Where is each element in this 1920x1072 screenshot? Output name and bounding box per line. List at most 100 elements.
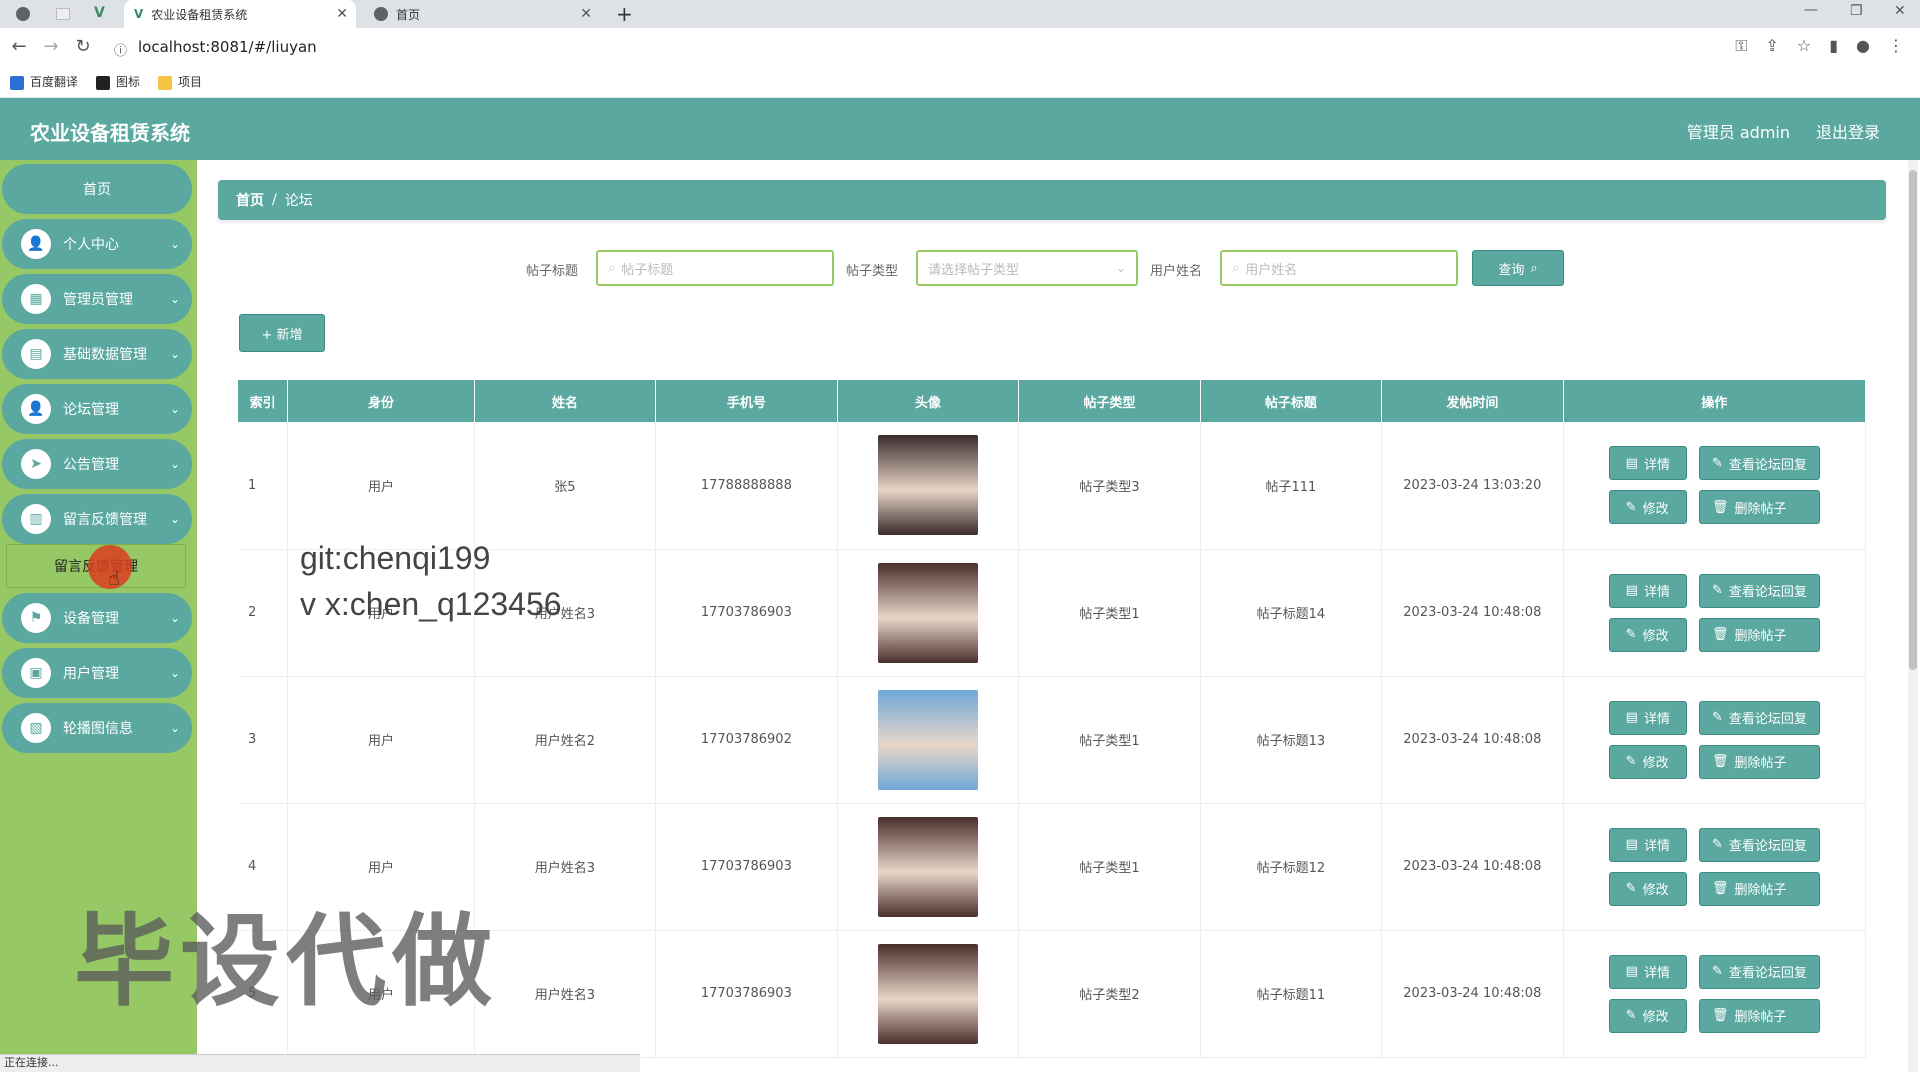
table-cell: 帖子标题13 bbox=[1200, 676, 1383, 804]
bookmark-icons[interactable]: 图标 bbox=[96, 73, 140, 90]
delete-button[interactable]: 🗑 删除帖子 bbox=[1698, 617, 1820, 652]
user-icon: 👤 bbox=[21, 394, 51, 424]
edit-button-label: 修改 bbox=[1642, 501, 1669, 517]
window-close-icon[interactable]: ✕ bbox=[1894, 3, 1906, 19]
avatar[interactable] bbox=[878, 816, 978, 917]
delete-button-label: 删除帖子 bbox=[1734, 501, 1787, 517]
sidebar-item-users[interactable]: ▣ 用户管理 ⌄ bbox=[2, 648, 192, 698]
chart-icon: ▤ bbox=[21, 339, 51, 369]
watermark-wx: v x:chen_q123456 bbox=[300, 586, 562, 622]
tab-icon-2[interactable] bbox=[56, 8, 70, 20]
star-icon[interactable]: ☆ bbox=[1797, 36, 1811, 56]
menu-icon[interactable]: ⋮ bbox=[1888, 36, 1904, 56]
view-reply-button[interactable]: ✎ 查看论坛回复 bbox=[1698, 827, 1820, 862]
type-select[interactable]: 请选择帖子类型 ⌄ bbox=[916, 250, 1138, 286]
view-reply-button[interactable]: ✎ 查看论坛回复 bbox=[1698, 446, 1820, 481]
logout-link[interactable]: 退出登录 bbox=[1816, 119, 1880, 143]
avatar[interactable] bbox=[878, 689, 978, 790]
minimize-icon[interactable]: — bbox=[1804, 2, 1818, 18]
close-icon[interactable]: ✕ bbox=[580, 6, 592, 22]
sidebar-item-carousel[interactable]: ▧ 轮播图信息 ⌄ bbox=[2, 703, 192, 753]
col-type: 帖子类型 bbox=[1018, 380, 1201, 422]
avatar-cell bbox=[837, 549, 1020, 677]
address-actions: ⚿ ⇪ ☆ ▮ ● ⋮ bbox=[1735, 36, 1904, 56]
sidebar-home-label: 首页 bbox=[83, 182, 111, 198]
trash-icon: 🗑 bbox=[1711, 627, 1729, 642]
breadcrumb-home[interactable]: 首页 bbox=[236, 190, 264, 210]
sidebar-item-feedback[interactable]: ▥ 留言反馈管理 ⌄ bbox=[2, 494, 192, 544]
sidebar-item-device[interactable]: ⚑ 设备管理 ⌄ bbox=[2, 593, 192, 643]
col-index: 索引 bbox=[238, 380, 289, 422]
edit-button[interactable]: ✎ 修改 bbox=[1608, 617, 1687, 652]
url-field[interactable]: localhost:8081/#/liuyan bbox=[138, 38, 317, 56]
table-cell: 帖子标题12 bbox=[1200, 803, 1383, 931]
folder-icon bbox=[158, 75, 173, 90]
query-button[interactable]: 查询 ⌕ bbox=[1472, 250, 1564, 286]
avatar[interactable] bbox=[878, 562, 978, 663]
avatar[interactable] bbox=[878, 435, 978, 536]
add-button[interactable]: + 新增 bbox=[239, 314, 325, 352]
close-icon[interactable]: ✕ bbox=[336, 6, 348, 22]
back-icon[interactable]: ← bbox=[4, 36, 34, 57]
table-cell: 17703786903 bbox=[655, 803, 838, 931]
chevron-down-icon: ⌄ bbox=[169, 457, 180, 471]
info-icon[interactable]: ⓘ bbox=[114, 40, 127, 59]
edit-button[interactable]: ✎ 修改 bbox=[1608, 490, 1687, 525]
name-search-input[interactable]: ⌕ 用户姓名 bbox=[1220, 250, 1458, 286]
avatar-cell bbox=[837, 422, 1020, 550]
detail-button[interactable]: ▤ 详情 bbox=[1608, 954, 1687, 989]
chevron-down-icon: ⌄ bbox=[169, 292, 180, 306]
sidebar-item-basedata[interactable]: ▤ 基础数据管理 ⌄ bbox=[2, 329, 192, 379]
new-tab-icon[interactable]: + bbox=[616, 2, 633, 26]
avatar-cell bbox=[837, 930, 1020, 1058]
vue-icon[interactable]: V bbox=[94, 5, 105, 21]
share-icon[interactable]: ⇪ bbox=[1765, 36, 1778, 56]
delete-button[interactable]: 🗑 删除帖子 bbox=[1698, 490, 1820, 525]
tab-inactive[interactable]: 首页 ✕ bbox=[368, 0, 600, 28]
delete-button[interactable]: 🗑 删除帖子 bbox=[1698, 871, 1820, 906]
edit-button[interactable]: ✎ 修改 bbox=[1608, 744, 1687, 779]
sidebar-item-home[interactable]: 首页 bbox=[2, 164, 192, 214]
sidebar-item-forum[interactable]: 👤 论坛管理 ⌄ bbox=[2, 384, 192, 434]
detail-button[interactable]: ▤ 详情 bbox=[1608, 446, 1687, 481]
tab-active-label: 农业设备租赁系统 bbox=[151, 7, 248, 22]
view-reply-button[interactable]: ✎ 查看论坛回复 bbox=[1698, 954, 1820, 989]
delete-button[interactable]: 🗑 删除帖子 bbox=[1698, 998, 1820, 1033]
bookmark-translate[interactable]: 百度翻译 bbox=[10, 73, 78, 90]
reload-icon[interactable]: ↻ bbox=[68, 36, 98, 57]
type-label: 帖子类型 bbox=[846, 264, 899, 279]
detail-button[interactable]: ▤ 详情 bbox=[1608, 573, 1687, 608]
view-reply-button[interactable]: ✎ 查看论坛回复 bbox=[1698, 700, 1820, 735]
bookmark-project[interactable]: 项目 bbox=[158, 73, 202, 90]
sidebar-item-notice[interactable]: ➤ 公告管理 ⌄ bbox=[2, 439, 192, 489]
table-cell: 1 bbox=[238, 422, 289, 550]
table-cell: 2023-03-24 10:48:08 bbox=[1381, 803, 1564, 931]
delete-button-label: 删除帖子 bbox=[1734, 883, 1787, 898]
forward-icon[interactable]: → bbox=[36, 36, 66, 57]
detail-button[interactable]: ▤ 详情 bbox=[1608, 827, 1687, 862]
detail-button-label: 详情 bbox=[1643, 457, 1670, 473]
restore-icon[interactable]: ❐ bbox=[1850, 3, 1863, 19]
edit-button[interactable]: ✎ 修改 bbox=[1608, 998, 1687, 1033]
actions-cell: ▤ 详情 ✎ 查看论坛回复 ✎ 修改 🗑 删除帖子 bbox=[1563, 676, 1866, 804]
watermark-big: 毕设代做 bbox=[74, 903, 498, 1020]
profile-icon[interactable]: ● bbox=[1856, 36, 1870, 56]
avatar[interactable] bbox=[878, 943, 978, 1044]
table-cell: 用户姓名3 bbox=[474, 803, 657, 931]
detail-button[interactable]: ▤ 详情 bbox=[1608, 700, 1687, 735]
view-reply-button-label: 查看论坛回复 bbox=[1728, 966, 1807, 981]
tab-active[interactable]: V 农业设备租赁系统 ✕ bbox=[124, 0, 356, 28]
search-row: 帖子标题 ⌕ 帖子标题 帖子类型 请选择帖子类型 ⌄ 用户姓名 ⌕ 用户姓名 查… bbox=[0, 250, 1920, 288]
browser-tabbar: V V 农业设备租赁系统 ✕ 首页 ✕ + — ❐ ✕ bbox=[0, 0, 1920, 28]
trash-icon: 🗑 bbox=[1711, 881, 1729, 896]
view-reply-button[interactable]: ✎ 查看论坛回复 bbox=[1698, 573, 1820, 608]
key-icon[interactable]: ⚿ bbox=[1735, 36, 1747, 56]
delete-button[interactable]: 🗑 删除帖子 bbox=[1698, 744, 1820, 779]
tab-icon-1[interactable] bbox=[16, 7, 30, 21]
edit-button[interactable]: ✎ 修改 bbox=[1608, 871, 1687, 906]
title-search-input[interactable]: ⌕ 帖子标题 bbox=[596, 250, 834, 286]
detail-button-label: 详情 bbox=[1643, 966, 1670, 981]
sidepanel-icon[interactable]: ▮ bbox=[1829, 36, 1838, 56]
table-cell: 17703786903 bbox=[655, 930, 838, 1058]
scrollbar-thumb[interactable] bbox=[1909, 170, 1917, 670]
